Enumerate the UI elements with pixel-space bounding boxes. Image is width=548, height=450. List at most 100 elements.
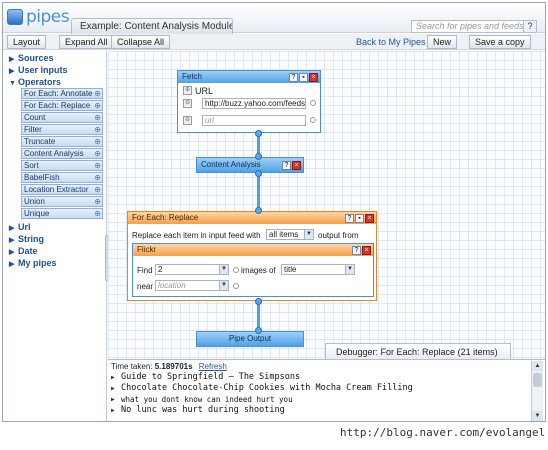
help-icon[interactable]: ? — [289, 73, 298, 82]
scroll-down-icon[interactable]: ▼ — [532, 411, 543, 421]
add-module-icon[interactable]: ⊕ — [94, 137, 101, 146]
add-module-icon[interactable]: ⊕ — [94, 197, 101, 206]
document-tab[interactable]: Example: Content Analysis Module — [71, 18, 233, 34]
category-sources[interactable]: ▶ Sources — [9, 53, 54, 63]
module-label: Count — [24, 113, 46, 122]
add-module-icon[interactable]: ⊕ — [94, 209, 101, 218]
minimize-icon[interactable]: ▪ — [299, 73, 308, 82]
fetch-module[interactable]: Fetch ? ▪ × ⊕ URL ⊖ http://buzz.yahoo.com/… — [177, 70, 321, 133]
close-icon[interactable]: × — [309, 73, 318, 82]
top-bar: pipes Example: Content Analysis Module S… — [3, 3, 545, 34]
add-module-icon[interactable]: ⊕ — [94, 185, 101, 194]
search-input[interactable]: Search for pipes and feeds — [411, 20, 533, 33]
chevron-down-icon: ▼ — [304, 230, 313, 239]
url-terminal[interactable] — [310, 117, 316, 123]
expand-triangle-icon[interactable]: ▶ — [111, 394, 115, 405]
category-operators[interactable]: ▼ Operators — [9, 77, 61, 87]
refresh-link[interactable]: Refresh — [199, 362, 227, 371]
category-url[interactable]: ▶ Url — [9, 222, 31, 232]
debugger-item-list: ▶ Guide to Springfield — The Simpsons ▶ Ch… — [111, 372, 529, 416]
add-module-icon[interactable]: ⊕ — [94, 113, 101, 122]
category-user-inputs[interactable]: ▶ User inputs — [9, 65, 68, 75]
replace-scope-select[interactable]: all items ▼ — [266, 229, 314, 240]
help-icon[interactable]: ? — [345, 214, 354, 223]
remove-field-icon[interactable]: ⊖ — [183, 116, 192, 125]
close-icon[interactable]: × — [362, 246, 371, 255]
add-module-icon[interactable]: ⊕ — [94, 89, 101, 98]
near-location-select[interactable]: location ▼ — [155, 280, 229, 291]
add-field-icon[interactable]: ⊕ — [183, 86, 192, 95]
debugger-scrollbar[interactable]: ▲ ▼ — [531, 361, 543, 421]
url-input[interactable]: http://buzz.yahoo.com/feeds — [202, 98, 306, 109]
sidebar-module-unique[interactable]: Unique ⊕ — [21, 208, 103, 219]
back-to-my-pipes-link[interactable]: Back to My Pipes — [356, 37, 426, 47]
list-item[interactable]: ▶ No lunc was hurt during shooting — [111, 405, 529, 416]
expand-all-button[interactable]: Expand All — [59, 35, 114, 49]
for-each-input-port[interactable] — [255, 207, 262, 214]
content-analysis-input-port[interactable] — [255, 153, 262, 160]
sidebar-module-for-each-replace[interactable]: For Each: Replace ⊕ — [21, 100, 103, 111]
near-terminal[interactable] — [233, 283, 239, 289]
url-terminal[interactable] — [310, 100, 316, 106]
category-my-pipes[interactable]: ▶ My pipes — [9, 258, 57, 268]
close-icon[interactable]: × — [292, 161, 301, 170]
find-count-select[interactable]: 2 ▼ — [155, 264, 229, 275]
expand-triangle-icon[interactable]: ▶ — [111, 372, 115, 383]
content-analysis-output-port[interactable] — [255, 170, 262, 177]
add-module-icon[interactable]: ⊕ — [94, 101, 101, 110]
scroll-up-icon[interactable]: ▲ — [532, 361, 543, 371]
debugger-tab[interactable]: Debugger: For Each: Replace (21 items) — [325, 343, 511, 360]
sidebar-module-filter[interactable]: Filter ⊕ — [21, 124, 103, 135]
list-item[interactable]: ▶ what you dont know can indeed hurt you — [111, 394, 529, 405]
help-button[interactable]: ? — [523, 20, 537, 33]
content-analysis-module[interactable]: Content Analysis ? × — [196, 157, 304, 173]
list-item[interactable]: ▶ Chocolate Chocolate-Chip Cookies with M… — [111, 383, 529, 394]
module-header[interactable]: For Each: Replace ? ▪ × — [128, 212, 376, 224]
sidebar-module-truncate[interactable]: Truncate ⊕ — [21, 136, 103, 147]
list-item[interactable]: ▶ Guide to Springfield — The Simpsons — [111, 372, 529, 383]
new-button[interactable]: New — [427, 35, 458, 49]
sidebar-module-union[interactable]: Union ⊕ — [21, 196, 103, 207]
fetch-output-port[interactable] — [255, 130, 262, 137]
pipes-logo[interactable]: pipes — [7, 7, 70, 29]
sidebar-module-babelfish[interactable]: BabelFish ⊕ — [21, 172, 103, 183]
module-header[interactable]: Pipe Output — [197, 332, 303, 346]
flickr-module[interactable]: Flickr ? × Find 2 ▼ images of title ▼ near … — [132, 243, 374, 297]
add-module-icon[interactable]: ⊕ — [94, 161, 101, 170]
help-icon[interactable]: ? — [282, 161, 291, 170]
collapse-all-button[interactable]: Collapse All — [111, 35, 171, 49]
pipe-output-input-port[interactable] — [255, 327, 262, 334]
module-title: For Each: Replace — [132, 213, 199, 222]
add-module-icon[interactable]: ⊕ — [94, 125, 101, 134]
pipe-editor-canvas[interactable]: Fetch ? ▪ × ⊕ URL ⊖ http://buzz.yahoo.com/… — [108, 51, 545, 359]
find-terminal[interactable] — [233, 267, 239, 273]
expand-triangle-icon[interactable]: ▶ — [111, 383, 115, 394]
sidebar-module-location-extractor[interactable]: Location Extractor ⊕ — [21, 184, 103, 195]
minimize-icon[interactable]: ▪ — [355, 214, 364, 223]
sidebar-module-content-analysis[interactable]: Content Analysis ⊕ — [21, 148, 103, 159]
close-icon[interactable]: × — [365, 214, 374, 223]
module-header[interactable]: Fetch ? ▪ × — [178, 71, 320, 83]
category-string[interactable]: ▶ String — [9, 234, 44, 244]
module-header[interactable]: Flickr ? × — [133, 244, 373, 256]
images-of-select[interactable]: title ▼ — [281, 264, 355, 275]
category-date[interactable]: ▶ Date — [9, 246, 38, 256]
sidebar-module-count[interactable]: Count ⊕ — [21, 112, 103, 123]
add-module-icon[interactable]: ⊕ — [94, 173, 101, 182]
pipe-output-module[interactable]: Pipe Output — [196, 331, 304, 347]
add-module-icon[interactable]: ⊕ — [94, 149, 101, 158]
sidebar-module-sort[interactable]: Sort ⊕ — [21, 160, 103, 171]
url-input-empty[interactable]: url — [202, 115, 306, 126]
help-icon[interactable]: ? — [352, 246, 361, 255]
for-each-output-port[interactable] — [255, 298, 262, 305]
save-copy-button[interactable]: Save a copy — [469, 35, 531, 49]
layout-button[interactable]: Layout — [7, 35, 47, 49]
module-header[interactable]: Content Analysis ? × — [197, 158, 303, 172]
remove-field-icon[interactable]: ⊖ — [183, 99, 192, 108]
scroll-thumb[interactable] — [533, 373, 542, 387]
expand-triangle-icon[interactable]: ▶ — [111, 405, 115, 416]
sidebar-module-for-each-annotate[interactable]: For Each: Annotate ⊕ — [21, 88, 103, 99]
module-label: Sort — [24, 161, 39, 170]
images-of-value: title — [284, 265, 297, 274]
for-each-replace-module[interactable]: For Each: Replace ? ▪ × Replace each item … — [127, 211, 377, 301]
